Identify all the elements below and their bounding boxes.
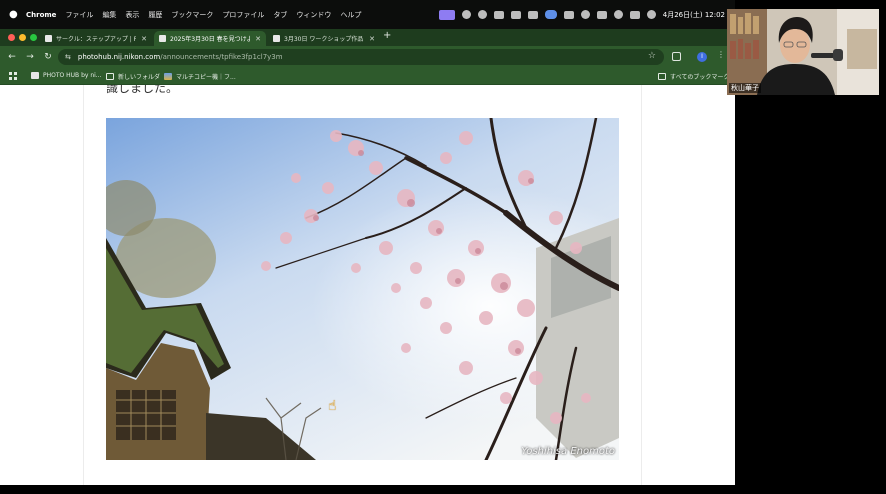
tab-workshop-works[interactable]: 3月30日 ワークショップ作品 4 ✕ — [268, 31, 380, 46]
status-icons: 4月26日(土) 12:02 — [438, 0, 725, 29]
cloud-icon[interactable] — [477, 10, 487, 19]
control-center-icon[interactable] — [629, 10, 640, 19]
menu-file[interactable]: ファイル — [65, 10, 93, 20]
tab-title: 2025年3月30日 春を見つけよ — [170, 36, 250, 43]
bookmark-page-icon — [31, 72, 39, 79]
chrome-tab-strip: サークル：ステップアップ | PH ✕ 2025年3月30日 春を見つけよ ✕ … — [0, 29, 735, 46]
bookmark-new-folder[interactable]: 新しいフォルダ — [106, 72, 160, 81]
tab-title: サークル：ステップアップ | PH — [56, 36, 136, 43]
screen-recording-frame: ● Chrome ファイル 編集 表示 履歴 ブックマーク プロファイル タブ … — [0, 0, 886, 494]
chrome-menu-icon[interactable]: ⋮ — [717, 50, 725, 59]
hand-pointer-cursor-icon: ☝ — [328, 398, 337, 414]
search-icon[interactable] — [613, 10, 623, 19]
tab-title: 3月30日 ワークショップ作品 4 — [284, 36, 364, 43]
tab-spring-photo-event[interactable]: 2025年3月30日 春を見つけよ ✕ — [154, 31, 266, 46]
siri-icon[interactable] — [646, 10, 656, 19]
reload-icon[interactable]: ↻ — [42, 52, 54, 62]
menu-tab[interactable]: タブ — [273, 10, 287, 20]
menu-help[interactable]: ヘルプ — [340, 10, 361, 20]
network-icon[interactable] — [527, 10, 538, 19]
new-tab-plus-icon[interactable]: + — [383, 30, 391, 41]
tab-favicon-icon — [45, 35, 52, 42]
tab-circle-stepup[interactable]: サークル：ステップアップ | PH ✕ — [40, 31, 152, 46]
participant-name: 秋山華子 — [729, 83, 761, 93]
menu-edit[interactable]: 編集 — [102, 10, 116, 20]
macos-menu-bar: ● Chrome ファイル 編集 表示 履歴 ブックマーク プロファイル タブ … — [0, 0, 735, 29]
menu-view[interactable]: 表示 — [125, 10, 139, 20]
folder-icon — [658, 73, 666, 80]
extensions-puzzle-icon[interactable] — [672, 52, 681, 61]
bookmark-label: PHOTO HUB by ni... — [43, 72, 102, 79]
bookmark-image-icon — [164, 73, 172, 80]
bookmark-label: マルチコピー機｜フ... — [176, 74, 236, 81]
forward-arrow-icon[interactable]: → — [24, 52, 36, 62]
address-bar[interactable]: ⇆ photohub.nij.nikon.com /announcements/… — [58, 49, 664, 65]
webcam-overlay: 秋山華子 — [727, 9, 879, 95]
tab-close-icon[interactable]: ✕ — [254, 35, 262, 43]
menu-bookmarks[interactable]: ブックマーク — [171, 10, 213, 20]
bookmark-multicopy[interactable]: マルチコピー機｜フ... — [164, 72, 236, 81]
folder-icon — [106, 73, 114, 80]
zoom-status-icon[interactable] — [544, 10, 557, 19]
screen-share-icon[interactable] — [438, 9, 455, 20]
apple-menu-icon[interactable]: ● — [9, 9, 19, 20]
menu-app-chrome[interactable]: Chrome — [26, 11, 56, 19]
cherry-blossom-photo[interactable]: Yoshihisa Enomoto — [106, 118, 619, 460]
tab-close-icon[interactable]: ✕ — [368, 35, 376, 43]
bookmarks-bar: PHOTO HUB by ni... 新しいフォルダ マルチコピー機｜フ... … — [0, 68, 735, 85]
tab-close-icon[interactable]: ✕ — [140, 35, 148, 43]
bluetooth-icon[interactable] — [580, 10, 590, 19]
all-bookmarks-button[interactable]: すべてのブックマーク — [658, 72, 729, 81]
window-icon[interactable] — [493, 10, 504, 19]
window-close-icon[interactable] — [8, 34, 15, 41]
url-path: /announcements/tpfike3fp1cl7y3m — [160, 53, 283, 61]
back-arrow-icon[interactable]: ← — [6, 52, 18, 62]
photographer-watermark: Yoshihisa Enomoto — [521, 446, 615, 457]
tab-favicon-icon — [159, 35, 166, 42]
bookmark-star-icon[interactable]: ☆ — [648, 51, 656, 61]
bookmark-label: 新しいフォルダ — [118, 74, 161, 81]
menubar-clock[interactable]: 4月26日(土) 12:02 — [663, 10, 725, 20]
window-zoom-icon[interactable] — [30, 34, 37, 41]
article-text-cutoff: 識しました。 — [106, 85, 179, 95]
chrome-toolbar: ← → ↻ ⇆ photohub.nij.nikon.com /announce… — [0, 46, 735, 68]
profile-avatar[interactable]: I — [697, 52, 707, 62]
apps-grid-icon[interactable] — [9, 72, 17, 80]
photo-illustration — [106, 118, 619, 460]
site-info-icon[interactable]: ⇆ — [65, 53, 71, 61]
color-wheel-icon[interactable] — [461, 10, 471, 19]
tab-favicon-icon — [273, 35, 280, 42]
input-method-icon[interactable] — [563, 10, 574, 19]
url-host: photohub.nij.nikon.com — [77, 53, 161, 61]
menu-history[interactable]: 履歴 — [148, 10, 162, 20]
menu-profile[interactable]: プロファイル — [222, 10, 264, 20]
all-bookmarks-label: すべてのブックマーク — [670, 74, 730, 81]
window-minimize-icon[interactable] — [19, 34, 26, 41]
bookmark-photo-hub[interactable]: PHOTO HUB by ni... — [31, 72, 102, 79]
menu-window[interactable]: ウィンドウ — [296, 10, 331, 20]
battery-icon[interactable] — [596, 10, 607, 19]
control-icon[interactable] — [510, 10, 521, 19]
